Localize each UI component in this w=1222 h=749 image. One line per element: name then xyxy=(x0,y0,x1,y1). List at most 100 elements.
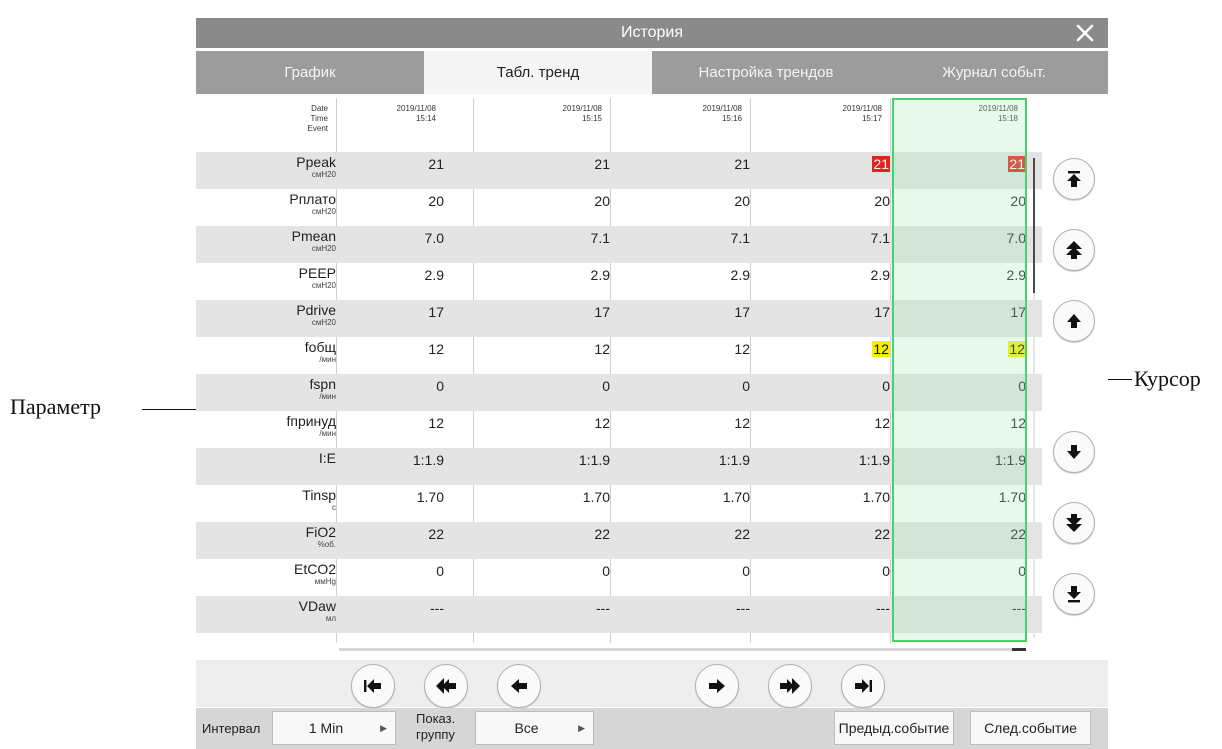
page-left-icon xyxy=(436,678,456,694)
table-row[interactable]: Tinsp с 1.70 1.70 1.70 1.70 1.70 xyxy=(196,485,1042,522)
value-cell: --- xyxy=(630,600,750,616)
tab-event-log[interactable]: Журнал событ. xyxy=(880,51,1108,94)
group-label-line2: группу xyxy=(416,727,455,742)
table-row[interactable]: I:E 1:1.9 1:1.9 1:1.9 1:1.9 1:1.9 xyxy=(196,448,1042,485)
history-window: История График Табл. тренд Настройка тре… xyxy=(196,18,1108,749)
value-text: 1:1.9 xyxy=(578,452,610,468)
value-cell: 0 xyxy=(324,378,444,394)
tab-trend-settings[interactable]: Настройка трендов xyxy=(652,51,880,94)
table-row[interactable]: Ppeak смН20 21 21 21 21 21 xyxy=(196,152,1042,189)
jump-bottom-icon xyxy=(1067,586,1081,603)
value-text: 0 xyxy=(436,563,444,579)
next-event-button[interactable]: След.событие xyxy=(970,711,1091,745)
value-text: 17 xyxy=(1010,304,1026,320)
step-right-button[interactable] xyxy=(695,664,739,708)
jump-top-button[interactable] xyxy=(1053,158,1095,200)
jump-first-icon xyxy=(364,679,381,693)
column-header[interactable]: 2019/11/08 15:17 xyxy=(754,98,890,152)
parameter-unit: %об. xyxy=(317,540,336,549)
value-text: 21 xyxy=(594,156,610,172)
horizontal-scrollbar-thumb[interactable] xyxy=(1012,648,1026,651)
page-right-button[interactable] xyxy=(768,664,812,708)
value-cell: 1.70 xyxy=(490,489,610,505)
parameter-name: FiO2 xyxy=(305,524,336,540)
column-header[interactable]: 2019/11/08 15:14 xyxy=(308,98,444,152)
value-cell: 2.9 xyxy=(490,267,610,283)
value-cell: 12 xyxy=(490,415,610,431)
value-cell: 1:1.9 xyxy=(324,452,444,468)
column-time: 15:17 xyxy=(861,114,882,123)
prev-event-button[interactable]: Предыд.событие xyxy=(834,711,954,745)
value-cell: 17 xyxy=(906,304,1026,320)
value-cell: 21 xyxy=(770,156,890,172)
value-cell: 22 xyxy=(324,526,444,542)
jump-last-icon xyxy=(855,679,872,693)
value-text: 1:1.9 xyxy=(718,452,750,468)
tab-table-trend[interactable]: Табл. тренд xyxy=(424,51,652,94)
table-row[interactable]: PEEP смН20 2.9 2.9 2.9 2.9 2.9 xyxy=(196,263,1042,300)
column-date: 2019/11/08 xyxy=(978,104,1018,113)
table-row[interactable]: EtCO2 ммHg 0 0 0 0 0 xyxy=(196,559,1042,596)
jump-last-button[interactable] xyxy=(841,664,885,708)
line-up-button[interactable] xyxy=(1053,300,1095,342)
value-cell: 1:1.9 xyxy=(490,452,610,468)
close-button[interactable] xyxy=(1070,18,1100,48)
cut-off-caption-line xyxy=(150,0,750,9)
column-header[interactable]: 2019/11/08 15:16 xyxy=(614,98,750,152)
parameter-name: Pdrive xyxy=(296,302,336,318)
parameter-unit: смН20 xyxy=(311,207,336,216)
tab-graph[interactable]: График xyxy=(196,51,424,94)
line-down-button[interactable] xyxy=(1053,431,1095,473)
value-cell: 12 xyxy=(324,415,444,431)
value-cell: 12 xyxy=(770,415,890,431)
value-text: 22 xyxy=(874,526,890,542)
value-cell: 0 xyxy=(770,563,890,579)
value-cell: 1:1.9 xyxy=(630,452,750,468)
table-row[interactable]: fобщ/мин 12 12 12 12 12 xyxy=(196,337,1042,374)
page-down-button[interactable] xyxy=(1053,502,1095,544)
group-dropdown[interactable]: Все ▶ xyxy=(475,711,594,745)
value-cell: 7.0 xyxy=(906,230,1026,246)
horizontal-scrollbar[interactable] xyxy=(339,648,1025,651)
jump-bottom-button[interactable] xyxy=(1053,573,1095,615)
value-text: 1:1.9 xyxy=(412,452,444,468)
table-row[interactable]: Pmean смН20 7.0 7.1 7.1 7.1 7.0 xyxy=(196,226,1042,263)
parameter-unit: ммHg xyxy=(314,577,336,586)
column-time: 15:15 xyxy=(581,114,602,123)
value-cell: 0 xyxy=(906,378,1026,394)
value-cell: 20 xyxy=(630,193,750,209)
value-text: 12 xyxy=(428,341,444,357)
bottom-nav-bar xyxy=(196,660,1108,707)
value-text: 0 xyxy=(882,563,890,579)
group-label: Показ. группу xyxy=(416,711,455,743)
table-row[interactable]: Pdrive смН20 17 17 17 17 17 xyxy=(196,300,1042,337)
value-cell: 21 xyxy=(490,156,610,172)
value-text: 17 xyxy=(594,304,610,320)
step-right-icon xyxy=(709,679,725,693)
table-row[interactable]: Pплато смН20 20 20 20 20 20 xyxy=(196,189,1042,226)
parameter-unit: /мин xyxy=(319,392,336,401)
jump-first-button[interactable] xyxy=(351,664,395,708)
tab-bar: График Табл. тренд Настройка трендов Жур… xyxy=(196,51,1108,94)
trend-table: Date Time Event 2019/11/08 15:14 2019/11/08 15… xyxy=(196,98,1042,643)
value-cell: 0 xyxy=(490,378,610,394)
table-row[interactable]: VDaw мл --- --- --- --- --- xyxy=(196,596,1042,633)
value-cell: 0 xyxy=(324,563,444,579)
value-cell: 22 xyxy=(490,526,610,542)
caret-right-icon: ▶ xyxy=(380,723,387,733)
parameter-name: VDaw xyxy=(298,598,336,614)
page-left-button[interactable] xyxy=(424,664,468,708)
table-row[interactable]: fпринуд/мин 12 12 12 12 12 xyxy=(196,411,1042,448)
column-header[interactable]: 2019/11/08 15:15 xyxy=(474,98,610,152)
value-text: 17 xyxy=(734,304,750,320)
step-left-button[interactable] xyxy=(497,664,541,708)
page-up-button[interactable] xyxy=(1053,229,1095,271)
interval-dropdown[interactable]: 1 Min ▶ xyxy=(272,711,396,745)
value-text: 1.70 xyxy=(722,489,750,505)
column-date: 2019/11/08 xyxy=(702,104,742,113)
table-row[interactable]: fspn/мин 0 0 0 0 0 xyxy=(196,374,1042,411)
prev-event-label: Предыд.событие xyxy=(838,720,950,736)
column-header[interactable]: 2019/11/08 15:18 xyxy=(890,98,1026,152)
vertical-scrollbar-thumb[interactable] xyxy=(1033,158,1035,293)
table-row[interactable]: FiO2 %об. 22 22 22 22 22 xyxy=(196,522,1042,559)
